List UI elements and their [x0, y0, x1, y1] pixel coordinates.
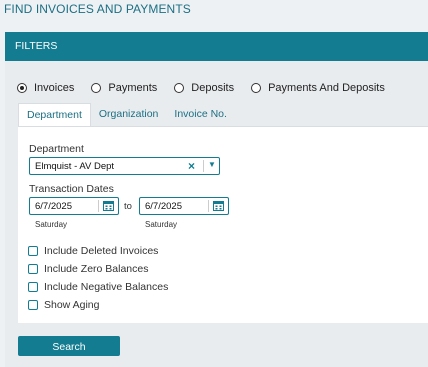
- radio-label: Deposits: [191, 82, 235, 94]
- department-select[interactable]: Elmquist - AV Dept × ▼: [29, 157, 220, 175]
- radio-label: Invoices: [34, 82, 75, 94]
- department-value: Elmquist - AV Dept: [35, 161, 115, 172]
- radio-payments[interactable]: Payments: [91, 82, 157, 94]
- radio-dot[interactable]: [251, 83, 262, 93]
- filter-tabs: Department Organization Invoice No.: [18, 103, 235, 127]
- search-button[interactable]: Search: [18, 336, 120, 356]
- from-date-value: 6/7/2025: [35, 201, 72, 212]
- include-negative-balances-checkbox[interactable]: Include Negative Balances: [28, 281, 168, 293]
- page-title: FIND INVOICES AND PAYMENTS: [4, 2, 191, 16]
- divider: [203, 160, 204, 172]
- checkbox-label: Show Aging: [44, 299, 100, 311]
- divider: [208, 200, 209, 212]
- close-icon[interactable]: ×: [188, 159, 195, 173]
- checkbox-label: Include Negative Balances: [44, 281, 169, 293]
- to-date-value: 6/7/2025: [145, 201, 182, 212]
- filters-header: FILTERS: [5, 32, 428, 61]
- radio-invoices[interactable]: Invoices: [17, 82, 74, 94]
- include-deleted-invoices-checkbox[interactable]: Include Deleted Invoices: [28, 245, 158, 257]
- date-range-to-label: to: [124, 201, 132, 212]
- checkbox-label: Include Zero Balances: [44, 263, 149, 275]
- radio-dot-selected[interactable]: [17, 83, 27, 93]
- calendar-icon[interactable]: [103, 200, 114, 211]
- checkbox-box[interactable]: [28, 300, 38, 310]
- checkbox-box[interactable]: [28, 264, 38, 274]
- to-date-field[interactable]: 6/7/2025: [139, 197, 229, 215]
- checkbox-label: Include Deleted Invoices: [44, 245, 159, 257]
- tab-department[interactable]: Department: [18, 103, 91, 127]
- radio-label: Payments And Deposits: [268, 82, 385, 94]
- radio-deposits[interactable]: Deposits: [174, 82, 234, 94]
- radio-dot[interactable]: [91, 83, 102, 93]
- from-date-day: Saturday: [35, 220, 68, 229]
- tab-organization[interactable]: Organization: [91, 103, 167, 126]
- show-aging-checkbox[interactable]: Show Aging: [28, 299, 99, 311]
- checkbox-box[interactable]: [28, 282, 38, 292]
- radio-payments-and-deposits[interactable]: Payments And Deposits: [251, 82, 385, 94]
- tab-invoice-no[interactable]: Invoice No.: [166, 103, 235, 126]
- divider: [98, 200, 99, 212]
- calendar-icon[interactable]: [213, 200, 224, 211]
- checkbox-box[interactable]: [28, 246, 38, 256]
- include-zero-balances-checkbox[interactable]: Include Zero Balances: [28, 263, 148, 275]
- radio-dot[interactable]: [174, 83, 185, 93]
- from-date-field[interactable]: 6/7/2025: [29, 197, 119, 215]
- chevron-down-icon[interactable]: ▼: [208, 160, 216, 169]
- to-date-day: Saturday: [145, 220, 178, 229]
- radio-label: Payments: [108, 82, 158, 94]
- department-label: Department: [29, 143, 84, 155]
- tab-panel-department: [18, 126, 428, 323]
- transaction-type-radio-group: Invoices Payments Deposits Payments And …: [17, 82, 402, 94]
- transaction-dates-label: Transaction Dates: [29, 183, 114, 195]
